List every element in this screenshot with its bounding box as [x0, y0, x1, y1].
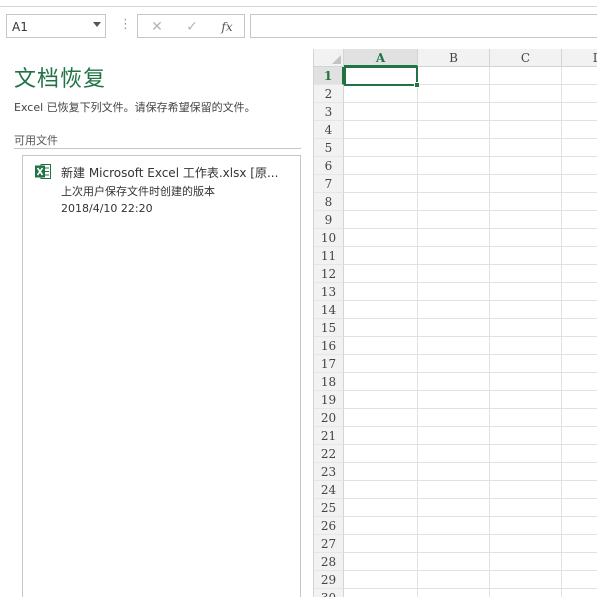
row-header-7[interactable]: 7: [314, 175, 344, 193]
formula-input[interactable]: [250, 14, 597, 38]
row-gridline: [344, 498, 597, 499]
formula-buttons: ✕ ✓ fx: [137, 14, 245, 38]
row-header-1[interactable]: 1: [314, 67, 344, 85]
row-header-21[interactable]: 21: [314, 427, 344, 445]
excel-file-icon: [35, 164, 51, 179]
document-recovery-pane: 文档恢复 Excel 已恢复下列文件。请保存希望保留的文件。 可用文件 新建 M…: [0, 47, 312, 597]
column-gridline: [417, 67, 418, 597]
row-gridline: [344, 354, 597, 355]
file-name: 新建 Microsoft Excel 工作表.xlsx [原...: [61, 166, 279, 180]
insert-function-button[interactable]: fx: [216, 18, 238, 36]
row-gridline: [344, 228, 597, 229]
column-gridline: [561, 67, 562, 597]
column-header-c[interactable]: C: [490, 49, 562, 67]
column-header-a[interactable]: A: [344, 49, 418, 67]
row-gridline: [344, 372, 597, 373]
row-header-19[interactable]: 19: [314, 391, 344, 409]
row-gridline: [344, 210, 597, 211]
row-gridline: [344, 426, 597, 427]
row-gridline: [344, 264, 597, 265]
row-gridline: [344, 552, 597, 553]
cancel-icon[interactable]: ✕: [146, 18, 168, 36]
row-gridline: [344, 408, 597, 409]
name-box-value: A1: [12, 20, 28, 34]
enter-icon[interactable]: ✓: [181, 18, 203, 36]
row-header-12[interactable]: 12: [314, 265, 344, 283]
row-header-15[interactable]: 15: [314, 319, 344, 337]
row-gridline: [344, 102, 597, 103]
row-header-8[interactable]: 8: [314, 193, 344, 211]
row-gridline: [344, 588, 597, 589]
formula-bar-row: A1 ⋮ ✕ ✓ fx: [0, 14, 597, 40]
row-gridline: [344, 534, 597, 535]
file-timestamp: 2018/4/10 22:20: [61, 202, 153, 215]
row-gridline: [344, 570, 597, 571]
row-gridline: [344, 138, 597, 139]
row-header-22[interactable]: 22: [314, 445, 344, 463]
splitter-grip-icon[interactable]: ⋮: [119, 18, 132, 32]
row-header-16[interactable]: 16: [314, 337, 344, 355]
pane-title: 文档恢复: [14, 67, 107, 92]
row-header-27[interactable]: 27: [314, 535, 344, 553]
row-gridline: [344, 246, 597, 247]
row-header-11[interactable]: 11: [314, 247, 344, 265]
row-gridline: [344, 480, 597, 481]
pane-description: Excel 已恢复下列文件。请保存希望保留的文件。: [14, 101, 256, 114]
row-header-26[interactable]: 26: [314, 517, 344, 535]
file-version-note: 上次用户保存文件时创建的版本: [61, 185, 215, 198]
column-gridline: [489, 67, 490, 597]
row-gridline: [344, 282, 597, 283]
row-gridline: [344, 516, 597, 517]
row-header-28[interactable]: 28: [314, 553, 344, 571]
row-gridline: [344, 462, 597, 463]
row-header-13[interactable]: 13: [314, 283, 344, 301]
row-gridline: [344, 156, 597, 157]
row-header-2[interactable]: 2: [314, 85, 344, 103]
row-header-30[interactable]: 30: [314, 589, 344, 597]
row-header-10[interactable]: 10: [314, 229, 344, 247]
section-divider: [14, 148, 301, 149]
row-gridline: [344, 336, 597, 337]
ribbon-edge: [0, 0, 597, 7]
row-header-6[interactable]: 6: [314, 157, 344, 175]
row-header-3[interactable]: 3: [314, 103, 344, 121]
fill-handle[interactable]: [414, 82, 420, 88]
row-header-17[interactable]: 17: [314, 355, 344, 373]
row-gridline: [344, 390, 597, 391]
row-header-25[interactable]: 25: [314, 499, 344, 517]
row-header-5[interactable]: 5: [314, 139, 344, 157]
row-gridline: [344, 174, 597, 175]
column-header-b[interactable]: B: [418, 49, 490, 67]
row-gridline: [344, 120, 597, 121]
chevron-down-icon[interactable]: [93, 22, 101, 27]
row-header-20[interactable]: 20: [314, 409, 344, 427]
select-all-button[interactable]: [314, 49, 344, 67]
active-cell-border: [344, 66, 418, 86]
row-header-14[interactable]: 14: [314, 301, 344, 319]
row-header-24[interactable]: 24: [314, 481, 344, 499]
row-header-18[interactable]: 18: [314, 373, 344, 391]
row-header-9[interactable]: 9: [314, 211, 344, 229]
column-header-d[interactable]: D: [562, 49, 597, 67]
row-header-23[interactable]: 23: [314, 463, 344, 481]
recovered-file-item[interactable]: 新建 Microsoft Excel 工作表.xlsx [原... 上次用户保存…: [23, 156, 300, 226]
row-gridline: [344, 318, 597, 319]
row-header-29[interactable]: 29: [314, 571, 344, 589]
row-gridline: [344, 300, 597, 301]
recovered-file-list[interactable]: 新建 Microsoft Excel 工作表.xlsx [原... 上次用户保存…: [22, 155, 301, 597]
worksheet-grid[interactable]: ABCD123456789101112131415161718192021222…: [313, 49, 597, 597]
row-gridline: [344, 192, 597, 193]
row-gridline: [344, 444, 597, 445]
name-box[interactable]: A1: [6, 14, 106, 38]
available-files-label: 可用文件: [14, 134, 58, 147]
row-header-4[interactable]: 4: [314, 121, 344, 139]
select-all-triangle-icon: [332, 55, 341, 64]
